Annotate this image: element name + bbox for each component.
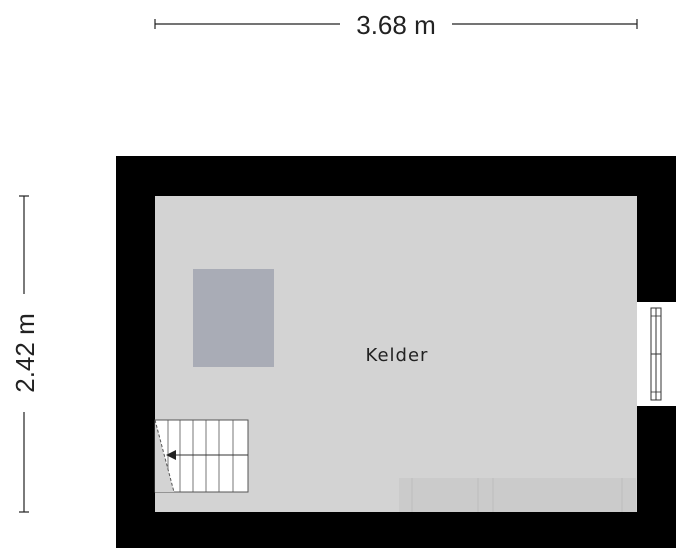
floor-plan: 3.68 m 2.42 m Kelder xyxy=(10,10,676,548)
floor-mat xyxy=(193,269,274,367)
cabinets xyxy=(399,478,636,512)
window xyxy=(637,302,676,406)
height-dimension-label: 2.42 m xyxy=(10,313,40,393)
height-dimension: 2.42 m xyxy=(10,195,40,513)
width-dimension-label: 3.68 m xyxy=(356,10,436,40)
cabinet-run xyxy=(399,478,636,512)
width-dimension: 3.68 m xyxy=(154,10,638,40)
staircase xyxy=(154,419,249,493)
room-label: Kelder xyxy=(366,345,429,366)
